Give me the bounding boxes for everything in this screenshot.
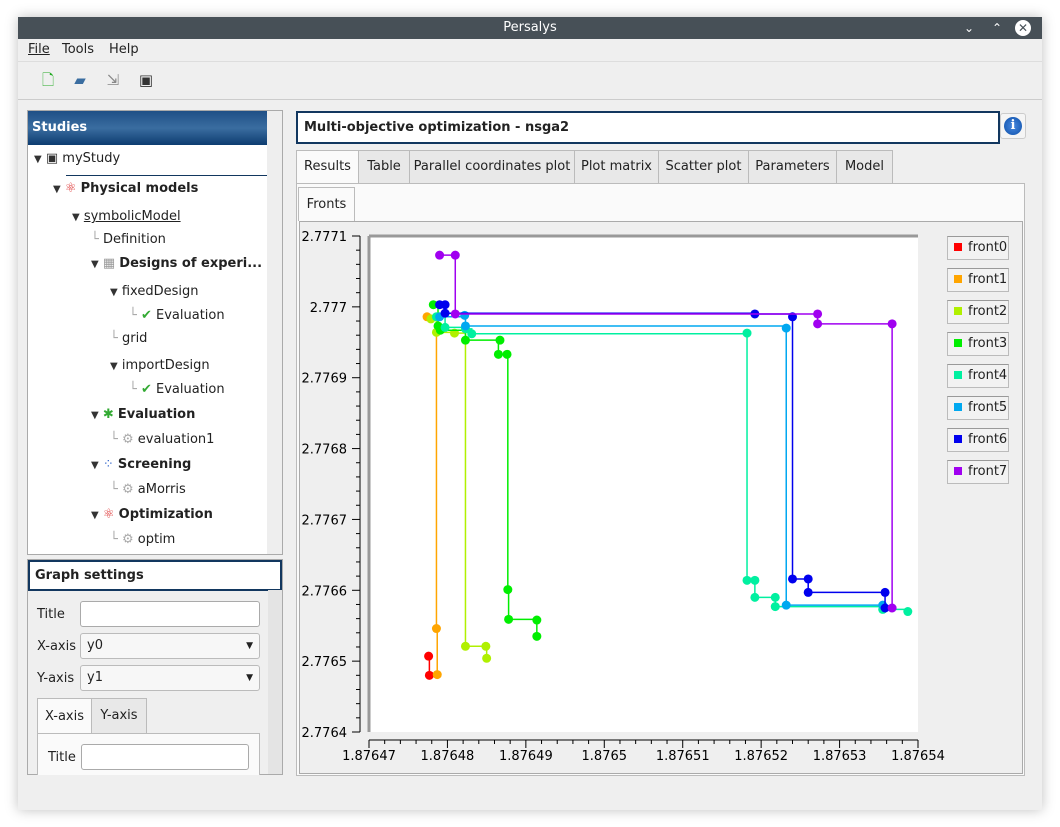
data-point-front3 xyxy=(495,335,505,345)
y-tick-label: 2.7769 xyxy=(302,372,348,387)
legend-label: front7 xyxy=(968,464,1008,479)
data-point-front3 xyxy=(532,615,542,625)
legend-label: front0 xyxy=(968,240,1008,255)
legend-swatch xyxy=(954,339,962,347)
data-point-front4 xyxy=(467,329,477,339)
data-point-front2 xyxy=(481,641,491,651)
data-point-front0 xyxy=(424,670,434,680)
data-point-front7 xyxy=(887,319,897,329)
x-tick-label: 1.87653 xyxy=(813,749,867,764)
data-point-front6 xyxy=(440,300,450,310)
data-point-front4 xyxy=(742,328,752,338)
legend-item-front3[interactable]: front3 xyxy=(947,332,1009,356)
data-point-front3 xyxy=(493,349,503,359)
data-point-front3 xyxy=(503,585,513,595)
data-point-front3 xyxy=(504,614,514,624)
data-point-front5 xyxy=(781,323,791,333)
legend-swatch xyxy=(954,275,962,283)
data-point-front6 xyxy=(788,574,798,584)
y-tick-label: 2.7767 xyxy=(302,513,348,528)
legend-swatch xyxy=(954,307,962,315)
x-tick-label: 1.8765 xyxy=(582,749,628,764)
data-point-front6 xyxy=(803,587,813,597)
data-point-front6 xyxy=(803,574,813,584)
data-point-front4 xyxy=(770,592,780,602)
plot-area xyxy=(369,236,918,732)
y-tick-label: 2.7768 xyxy=(302,443,348,458)
y-tick-label: 2.7764 xyxy=(302,726,348,741)
legend-label: front1 xyxy=(968,272,1008,287)
y-tick-label: 2.7765 xyxy=(302,655,348,670)
x-tick-label: 1.87652 xyxy=(734,749,788,764)
legend-label: front6 xyxy=(968,432,1008,447)
x-tick-label: 1.87649 xyxy=(499,749,553,764)
data-point-front4 xyxy=(440,322,450,332)
x-tick-label: 1.87651 xyxy=(656,749,710,764)
data-point-front2 xyxy=(482,653,492,663)
legend-swatch xyxy=(954,435,962,443)
data-point-front4 xyxy=(750,575,760,585)
data-point-front2 xyxy=(460,641,470,651)
data-point-front5 xyxy=(781,600,791,610)
data-point-front3 xyxy=(502,349,512,359)
data-point-front7 xyxy=(813,319,823,329)
data-point-front4 xyxy=(750,592,760,602)
y-tick-label: 2.777 xyxy=(310,301,347,316)
data-point-front7 xyxy=(887,603,897,613)
data-point-front7 xyxy=(813,309,823,319)
legend-label: front3 xyxy=(968,336,1008,351)
data-point-front0 xyxy=(424,651,434,661)
data-point-front7 xyxy=(450,250,460,260)
legend-swatch xyxy=(954,371,962,379)
x-tick-label: 1.87648 xyxy=(421,749,475,764)
legend-label: front5 xyxy=(968,400,1008,415)
fronts-chart: 1.87647 1.87648 1.87649 1.8765 1.87651 1.8765… xyxy=(302,230,945,764)
data-point-front1 xyxy=(432,670,442,680)
legend-label: front2 xyxy=(968,304,1008,319)
legend-item-front7[interactable]: front7 xyxy=(947,460,1009,484)
data-point-front4 xyxy=(770,602,780,612)
legend-label: front4 xyxy=(968,368,1008,383)
legend-swatch xyxy=(954,243,962,251)
legend-item-front1[interactable]: front1 xyxy=(947,268,1009,292)
x-tick-label: 1.87647 xyxy=(342,749,396,764)
data-point-front6 xyxy=(880,587,890,597)
data-point-front4 xyxy=(742,575,752,585)
x-tick-label: 1.87654 xyxy=(891,749,945,764)
data-point-front5 xyxy=(460,321,470,331)
legend-swatch xyxy=(954,403,962,411)
y-tick-label: 2.7771 xyxy=(302,230,348,245)
data-point-front6 xyxy=(440,308,450,318)
data-point-front1 xyxy=(431,624,441,634)
data-point-front3 xyxy=(532,631,542,641)
data-point-front7 xyxy=(450,309,460,319)
legend-item-front4[interactable]: front4 xyxy=(947,364,1009,388)
legend-item-front5[interactable]: front5 xyxy=(947,396,1009,420)
data-point-front4 xyxy=(903,607,913,617)
legend-item-front6[interactable]: front6 xyxy=(947,428,1009,452)
legend-item-front0[interactable]: front0 xyxy=(947,236,1009,260)
legend-swatch xyxy=(954,467,962,475)
data-point-front7 xyxy=(435,250,445,260)
y-tick-label: 2.7766 xyxy=(302,584,348,599)
legend-item-front2[interactable]: front2 xyxy=(947,300,1009,324)
data-point-front5 xyxy=(460,310,470,320)
